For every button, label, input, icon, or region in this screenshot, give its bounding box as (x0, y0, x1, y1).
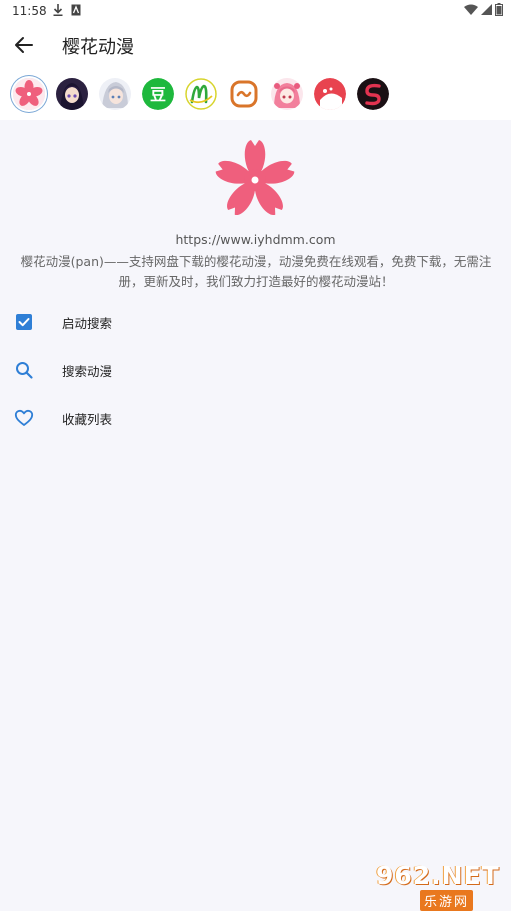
checkbox-checked-icon[interactable] (14, 312, 34, 332)
search-icon (16, 362, 33, 379)
site-description: 樱花动漫(pan)——支持网盘下载的樱花动漫，动漫免费在线观看，免费下载，无需注… (16, 252, 496, 292)
status-bar: 11:58 (0, 0, 511, 22)
menu-item-search-anime[interactable]: 搜索动漫 (0, 348, 511, 392)
sakura-logo (215, 140, 295, 215)
anime-avatar-icon (99, 78, 131, 110)
source-wave-logo[interactable] (228, 78, 260, 110)
watermark-bottom: 乐游网 (420, 890, 474, 911)
site-description-line-1: 樱花动漫(pan)——支持网盘下载的樱花动漫，动漫免费在线观看，免费下载，无需注 (20, 254, 492, 269)
source-selector: 豆 (0, 68, 511, 120)
menu-item-label: 启动搜索 (62, 316, 113, 331)
wave-logo-icon (229, 79, 259, 109)
site-description-line-2: 册，更新及时，我们致力打造最好的樱花动漫站！ (118, 274, 394, 289)
anime-avatar-icon (56, 78, 88, 110)
source-anime-girl-dark[interactable] (56, 78, 88, 110)
arrow-back-icon[interactable] (12, 33, 36, 57)
source-m-logo[interactable] (185, 78, 217, 110)
status-time: 11:58 (12, 4, 47, 18)
m-logo-icon (185, 78, 217, 110)
watermark: 962.NET 乐游网 (372, 861, 511, 911)
heart-icon (14, 409, 34, 426)
anime-avatar-icon (271, 78, 303, 110)
source-sakura[interactable] (13, 78, 45, 110)
site-url[interactable]: https://www.iyhdmm.com (0, 232, 511, 247)
system-icons (464, 3, 503, 16)
menu-item-label: 收藏列表 (62, 412, 113, 427)
sakura-flower-icon (13, 78, 45, 110)
s-logo-icon (357, 78, 389, 110)
notification-icon (71, 4, 81, 16)
source-dou[interactable]: 豆 (142, 78, 174, 110)
signal-icon (481, 3, 492, 15)
menu-item-favorites[interactable]: 收藏列表 (0, 396, 511, 440)
dou-icon-text: 豆 (150, 85, 166, 104)
source-s-logo[interactable] (357, 78, 389, 110)
menu-item-label: 搜索动漫 (62, 364, 113, 379)
wifi-icon (464, 4, 478, 15)
menu-item-launch-search[interactable]: 启动搜索 (0, 300, 511, 344)
source-pink-girl[interactable] (271, 78, 303, 110)
source-anime-girl-silver[interactable] (99, 78, 131, 110)
app-toolbar: 樱花动漫 (0, 22, 511, 68)
red-logo-icon (314, 78, 346, 110)
source-red-logo[interactable] (314, 78, 346, 110)
page-title: 樱花动漫 (62, 37, 134, 58)
battery-icon (495, 3, 503, 16)
download-icon (53, 4, 63, 16)
dou-icon: 豆 (142, 78, 174, 110)
watermark-top: 962.NET (376, 861, 500, 890)
